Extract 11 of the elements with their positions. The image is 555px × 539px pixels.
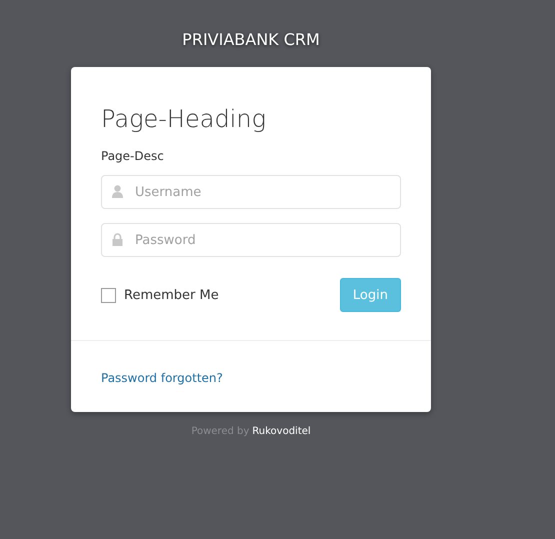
forgot-password-link[interactable]: Password forgotten?	[101, 371, 223, 385]
page-heading: Page-Heading	[101, 104, 267, 135]
lock-icon	[112, 233, 123, 246]
password-field[interactable]: Password	[101, 223, 401, 257]
user-icon	[112, 185, 123, 198]
page-description: Page-Desc	[101, 148, 165, 165]
remember-label: Remember Me	[124, 288, 219, 302]
remember-checkbox[interactable]	[101, 288, 116, 302]
app-title: PRIVIABANK CRM	[182, 30, 320, 50]
username-field[interactable]: Username	[101, 175, 401, 209]
vendor-link[interactable]: Rukovoditel	[252, 426, 311, 437]
